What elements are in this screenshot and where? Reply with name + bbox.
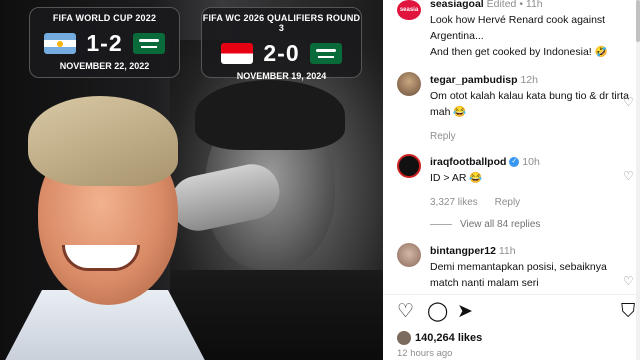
- caption-line: Look how Hervé Renard cook against: [430, 14, 606, 26]
- comment-username[interactable]: iraqfootballpod: [430, 156, 506, 168]
- score-card-title: FIFA WORLD CUP 2022: [52, 13, 157, 23]
- post-time: 12 hours ago: [397, 348, 453, 359]
- caption-avatar[interactable]: seasia: [397, 0, 421, 20]
- comment-icon[interactable]: ◯: [427, 302, 448, 322]
- avatar[interactable]: [397, 154, 421, 178]
- scrollbar[interactable]: [636, 0, 640, 360]
- like-comment-heart-icon[interactable]: ♡: [623, 170, 635, 182]
- comment-username[interactable]: tegar_pambudisp: [430, 74, 518, 86]
- reply-button[interactable]: Reply: [430, 131, 456, 142]
- like-comment-heart-icon[interactable]: ♡: [623, 275, 635, 287]
- avatar[interactable]: [397, 72, 421, 96]
- argentina-flag-icon: [44, 32, 77, 54]
- caption-line: And then get cooked by Indonesia! 🤣: [430, 46, 608, 58]
- score-card-world-cup: FIFA WORLD CUP 2022 1-2 NOVEMBER 22, 202…: [29, 7, 180, 78]
- comment-text: Om otot kalah kalau kata bung tio & dr t…: [430, 90, 630, 118]
- divider: [383, 294, 640, 295]
- score-value: 2-0: [263, 39, 300, 66]
- score-card-title: FIFA WC 2026 QUALIFIERS ROUND 3: [202, 13, 361, 33]
- post-image[interactable]: FIFA WORLD CUP 2022 1-2 NOVEMBER 22, 202…: [0, 0, 383, 360]
- comment-username[interactable]: bintangper12: [430, 245, 496, 257]
- score-card-date: NOVEMBER 19, 2024: [236, 71, 327, 81]
- score-value: 1-2: [86, 29, 123, 56]
- reply-button[interactable]: Reply: [495, 197, 521, 208]
- verified-badge-icon: ✓: [509, 157, 520, 168]
- bookmark-icon[interactable]: ⛉: [621, 302, 635, 322]
- liker-avatar: [397, 331, 411, 345]
- indonesia-flag-icon: [221, 42, 254, 64]
- comment-text: ID > AR 😂: [430, 172, 483, 184]
- comments-panel: seasia seasiagoal Edited • 11h Look how …: [383, 0, 640, 360]
- photo-renard-smiling: [0, 80, 210, 360]
- avatar[interactable]: [397, 243, 421, 267]
- caption-meta: Edited • 11h: [486, 0, 543, 10]
- comment-likes[interactable]: 3,327 likes: [430, 197, 478, 208]
- like-comment-heart-icon[interactable]: ♡: [623, 96, 635, 108]
- comment-time: 12h: [520, 74, 538, 86]
- caption: seasiagoal Edited • 11h Look how Hervé R…: [430, 0, 635, 60]
- heart-icon[interactable]: ♡: [397, 302, 414, 322]
- score-card-qualifiers: FIFA WC 2026 QUALIFIERS ROUND 3 2-0 NOVE…: [201, 7, 362, 81]
- comment-time: 10h: [522, 156, 540, 168]
- comment-time: 11h: [498, 245, 516, 257]
- score-card-date: NOVEMBER 22, 2022: [59, 61, 150, 71]
- share-icon[interactable]: ➤: [457, 302, 473, 322]
- saudi-arabia-flag-icon: [309, 42, 342, 64]
- comment-text: Demi memantapkan posisi, sebaiknya match…: [430, 261, 607, 289]
- view-replies-button[interactable]: View all 84 replies: [430, 219, 540, 230]
- caption-line: Argentina...: [430, 30, 484, 42]
- post-action-bar: ♡ ◯ ➤ ⛉: [397, 302, 637, 324]
- scrollbar-thumb[interactable]: [636, 0, 640, 42]
- caption-username[interactable]: seasiagoal: [430, 0, 484, 10]
- saudi-arabia-flag-icon: [132, 32, 165, 54]
- likes-count[interactable]: 140,264 likes: [397, 331, 482, 345]
